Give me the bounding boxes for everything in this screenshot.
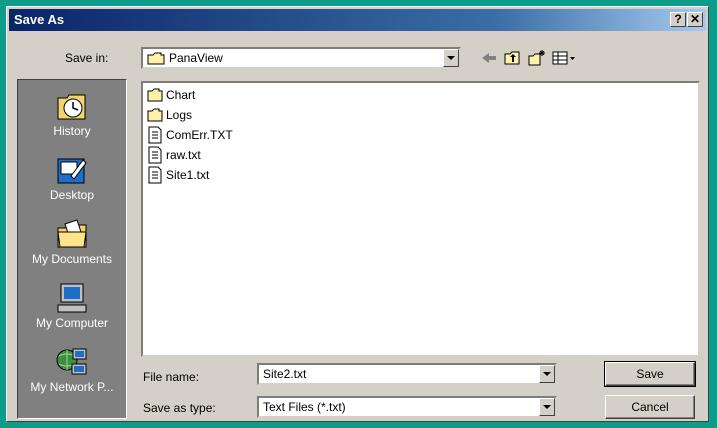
network-places-icon [56, 348, 87, 375]
folder-icon [147, 52, 165, 65]
file-name-label: Site1.txt [166, 168, 210, 182]
places-desktop-label: Desktop [49, 188, 95, 202]
list-item[interactable]: raw.txt [147, 145, 201, 165]
places-bar: History Desktop My Documents My Computer… [17, 79, 127, 419]
places-desktop[interactable]: Desktop [18, 154, 126, 202]
file-name-label: raw.txt [166, 148, 201, 162]
list-item[interactable]: Site1.txt [147, 165, 209, 185]
desktop-icon [57, 158, 87, 184]
close-button[interactable]: ✕ [687, 12, 703, 27]
file-name-label: Chart [166, 88, 196, 102]
places-network-label: My Network P... [30, 380, 114, 394]
file-name-label: File name: [143, 370, 200, 384]
file-name-field[interactable]: Site2.txt [257, 363, 557, 385]
title-bar: Save As ? ✕ [9, 9, 706, 31]
folder-icon [147, 108, 163, 122]
back-arrow-icon[interactable] [479, 49, 499, 67]
places-my-documents-label: My Documents [31, 252, 113, 266]
window-title: Save As [14, 12, 65, 27]
save-as-type-select[interactable]: Text Files (*.txt) [257, 396, 557, 418]
my-documents-icon [57, 219, 87, 248]
save-button[interactable]: Save [604, 361, 696, 387]
folder-icon [147, 88, 163, 102]
file-name-value: Site2.txt [263, 367, 307, 381]
save-as-type-value: Text Files (*.txt) [263, 400, 346, 414]
list-item[interactable]: ComErr.TXT [147, 125, 233, 145]
text-file-icon [148, 146, 162, 164]
up-folder-icon[interactable] [503, 49, 523, 67]
places-network[interactable]: My Network P... [18, 346, 126, 394]
text-file-icon [148, 166, 162, 184]
file-list[interactable]: Chart Logs ComErr.TXT raw.txt Site1.txt [141, 81, 700, 357]
save-in-value: PanaView [169, 51, 223, 65]
list-item[interactable]: Logs [147, 105, 192, 125]
places-my-computer[interactable]: My Computer [18, 282, 126, 330]
list-item[interactable]: Chart [147, 85, 195, 105]
view-menu-icon[interactable] [551, 49, 577, 67]
text-file-icon [148, 126, 162, 144]
places-history[interactable]: History [18, 90, 126, 138]
save-as-dialog: Save As ? ✕ Save in: PanaView History De… [6, 6, 709, 422]
my-computer-icon [57, 283, 87, 313]
places-my-documents[interactable]: My Documents [18, 218, 126, 266]
help-button[interactable]: ? [670, 12, 686, 27]
places-history-label: History [53, 124, 91, 138]
history-icon [57, 94, 86, 120]
chevron-down-icon[interactable] [443, 49, 459, 67]
cancel-button[interactable]: Cancel [605, 395, 695, 419]
save-as-type-label: Save as type: [143, 401, 216, 415]
file-name-label: ComErr.TXT [166, 128, 233, 142]
save-in-combo[interactable]: PanaView [141, 47, 461, 69]
places-my-computer-label: My Computer [35, 316, 109, 330]
chevron-down-icon[interactable] [539, 365, 555, 383]
new-folder-icon[interactable] [527, 49, 547, 67]
file-name-label: Logs [166, 108, 193, 122]
chevron-down-icon[interactable] [539, 398, 555, 416]
save-in-label: Save in: [65, 51, 109, 65]
